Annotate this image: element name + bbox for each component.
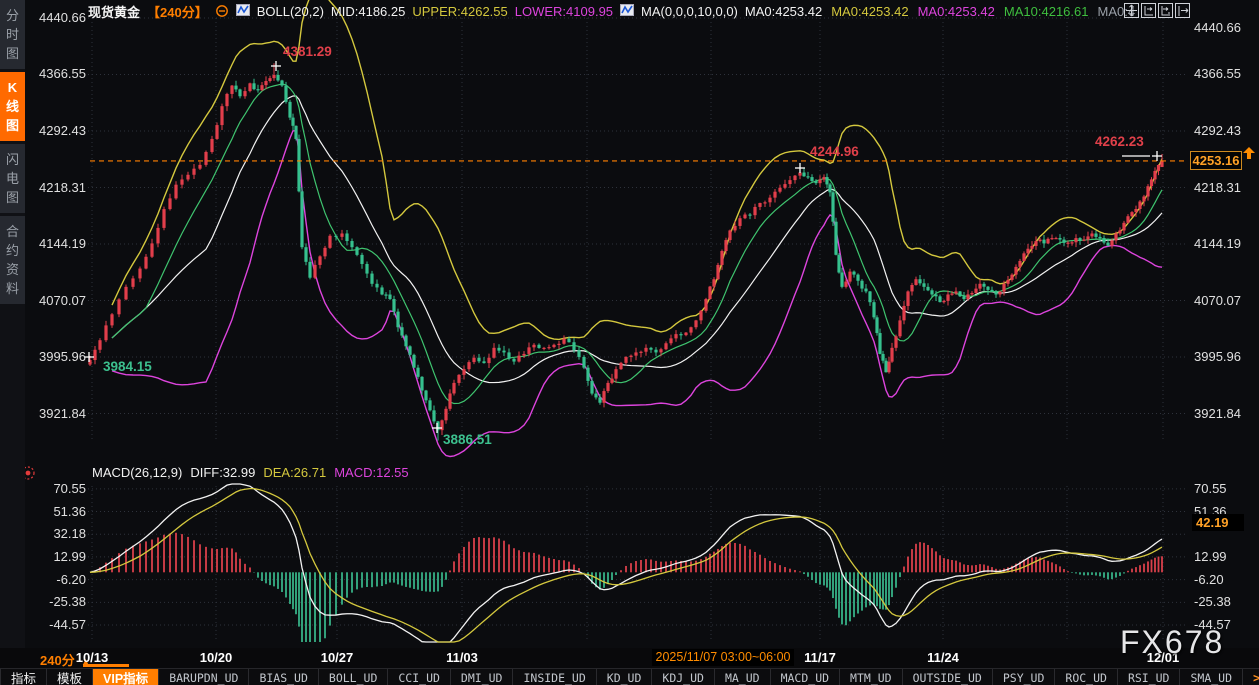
boll-label: BOLL(20,2) <box>257 4 324 19</box>
timeframe-label[interactable]: 【240分】 <box>147 2 208 21</box>
boll-indicator-icon[interactable] <box>236 4 250 19</box>
toolbar-item-BARUPDN_UD[interactable]: BARUPDN_UD <box>159 669 249 685</box>
toolbar-item-OUTSIDE_UD[interactable]: OUTSIDE_UD <box>903 669 993 685</box>
extreme-price-label: 3984.15 <box>103 359 152 374</box>
indicator-header: 现货黄金 【240分】 BOLL(20,2) MID:4186.25 UPPER… <box>88 0 1135 22</box>
date-label: 10/20 <box>181 650 251 665</box>
macd-header: MACD(26,12,9) DIFF:32.99 DEA:26.71 MACD:… <box>92 465 409 480</box>
ma-label: MA(0,0,0,10,0,0) <box>641 4 738 19</box>
sidebar-tab-合约资料[interactable]: 合约资料 <box>0 216 25 304</box>
price-axis-label-right: 4144.19 <box>1194 236 1256 252</box>
ma-value: MA0:4253.42 <box>918 4 995 19</box>
date-label: 11/24 <box>908 650 978 665</box>
price-axis-label-left: 4292.43 <box>30 123 86 139</box>
toolbar-item-RSI_UD[interactable]: RSI_UD <box>1118 669 1181 685</box>
toolbar-item-KD_UD[interactable]: KD_UD <box>597 669 653 685</box>
price-axis-label-right: -25.38 <box>1194 594 1256 610</box>
price-axis-label-right: 12.99 <box>1194 549 1256 565</box>
price-axis-label-left: 3921.84 <box>30 406 86 422</box>
move-crosshair-icon[interactable] <box>1124 3 1139 18</box>
toolbar-item-PSY_UD[interactable]: PSY_UD <box>993 669 1056 685</box>
toolbar-item-MACD_UD[interactable]: MACD_UD <box>771 669 840 685</box>
symbol-name: 现货黄金 <box>88 2 140 21</box>
sidebar-tab-分时图[interactable]: 分时图 <box>0 0 25 69</box>
ma-values: MA0:4253.42 MA0:4253.42 MA0:4253.42 MA10:42… <box>745 4 1135 19</box>
ma-value: MA0:4253.42 <box>831 4 908 19</box>
ma-indicator-icon[interactable] <box>620 4 634 19</box>
sidebar-tab-K线图[interactable]: K线图 <box>0 72 25 141</box>
price-axis-label-left: 4070.07 <box>30 293 86 309</box>
toolbar-item-BOLL_UD[interactable]: BOLL_UD <box>319 669 388 685</box>
price-axis-label-right: 4218.31 <box>1194 180 1256 196</box>
macd-label: MACD(26,12,9) <box>92 465 182 480</box>
scrollbar-thumb[interactable] <box>83 664 129 667</box>
date-label: 11/03 <box>427 650 497 665</box>
date-label: 11/17 <box>785 650 855 665</box>
extreme-price-label: 4381.29 <box>283 44 332 59</box>
price-axis-label-left: 4366.55 <box>30 66 86 82</box>
toolbar-item-SMA_UD[interactable]: SMA_UD <box>1180 669 1243 685</box>
indicator-toolbar: 指标模板VIP指标BARUPDN_UDBIAS_UDBOLL_UDCCI_UDD… <box>0 668 1259 685</box>
last-price-badge: 4253.16 <box>1190 151 1242 170</box>
chart-controls <box>1124 3 1190 18</box>
price-axis-label-right: 4366.55 <box>1194 66 1256 82</box>
price-axis-label-right: 70.55 <box>1194 481 1256 497</box>
scale-y-axis-icon[interactable] <box>1141 3 1156 18</box>
price-axis-label-right: 3995.96 <box>1194 349 1256 365</box>
boll-upper-value: UPPER:4262.55 <box>412 4 507 19</box>
price-axis-label-right: 4292.43 <box>1194 123 1256 139</box>
kline-chart-canvas[interactable] <box>0 0 1259 685</box>
watermark: FX678 <box>1120 624 1224 661</box>
toolbar-item-DMI_UD[interactable]: DMI_UD <box>451 669 514 685</box>
price-axis-label-right: 3921.84 <box>1194 406 1256 422</box>
price-axis-label-left: -6.20 <box>30 572 86 588</box>
toolbar-item--[interactable]: 模板 <box>47 669 93 685</box>
toolbar-item-CCI_UD[interactable]: CCI_UD <box>388 669 451 685</box>
price-axis-label-left: 12.99 <box>30 549 86 565</box>
macd-macd-value: MACD:12.55 <box>334 465 408 480</box>
toolbar-item-VIP-[interactable]: VIP指标 <box>93 669 159 685</box>
boll-lower-value: LOWER:4109.95 <box>515 4 613 19</box>
collapse-indicator-icon[interactable] <box>215 3 229 20</box>
price-axis-label-right: -6.20 <box>1194 572 1256 588</box>
toolbar-item->>[interactable]: >> <box>1243 669 1259 685</box>
price-axis-label-right: 4070.07 <box>1194 293 1256 309</box>
price-axis-label-left: 32.18 <box>30 526 86 542</box>
date-axis-row: 240分▲ 10/1310/2010/2711/0311/1711/2412/0… <box>0 648 1259 668</box>
toolbar-item-INSIDE_UD[interactable]: INSIDE_UD <box>513 669 596 685</box>
date-label: 10/13 <box>57 650 127 665</box>
price-axis-label-left: 4440.66 <box>30 10 86 26</box>
extreme-price-label: 3886.51 <box>443 432 492 447</box>
sidebar-tab-闪电图[interactable]: 闪电图 <box>0 144 25 213</box>
toolbar-item-MA_UD[interactable]: MA_UD <box>715 669 771 685</box>
price-axis-label-left: -25.38 <box>30 594 86 610</box>
price-axis-label-left: 70.55 <box>30 481 86 497</box>
ma-value: MA0:4253.42 <box>745 4 822 19</box>
toolbar-item-KDJ_UD[interactable]: KDJ_UD <box>652 669 715 685</box>
price-axis-label-right: 4440.66 <box>1194 20 1256 36</box>
trading-terminal: 分时图 K线图闪电图合约资料 现货黄金 【240分】 BOLL(20,2) MID… <box>0 0 1259 685</box>
macd-value-badge: 42.19 <box>1192 514 1244 531</box>
price-axis-label-left: 4144.19 <box>30 236 86 252</box>
toolbar-item--[interactable]: 指标 <box>1 669 47 685</box>
ma-value: MA10:4216.61 <box>1004 4 1089 19</box>
macd-dea-value: DEA:26.71 <box>263 465 326 480</box>
date-label: 10/27 <box>302 650 372 665</box>
price-up-arrow-icon <box>1243 147 1255 165</box>
macd-diff-value: DIFF:32.99 <box>190 465 255 480</box>
price-axis-label-left: 3995.96 <box>30 349 86 365</box>
price-axis-label-left: 4218.31 <box>30 180 86 196</box>
price-axis-label-left: 51.36 <box>30 504 86 520</box>
selected-candle-time: 2025/11/07 03:00~06:00 五 <box>652 649 794 666</box>
boll-mid-value: MID:4186.25 <box>331 4 405 19</box>
extreme-price-label: 4244.96 <box>810 144 859 159</box>
toolbar-item-BIAS_UD[interactable]: BIAS_UD <box>249 669 318 685</box>
chart-type-sidebar: 分时图 K线图闪电图合约资料 <box>0 0 25 648</box>
price-axis-label-left: -44.57 <box>30 617 86 633</box>
toolbar-item-MTM_UD[interactable]: MTM_UD <box>840 669 903 685</box>
pan-right-icon[interactable] <box>1175 3 1190 18</box>
scale-x-axis-icon[interactable] <box>1158 3 1173 18</box>
extreme-price-label: 4262.23 <box>1095 134 1144 149</box>
toolbar-item-ROC_UD[interactable]: ROC_UD <box>1055 669 1118 685</box>
